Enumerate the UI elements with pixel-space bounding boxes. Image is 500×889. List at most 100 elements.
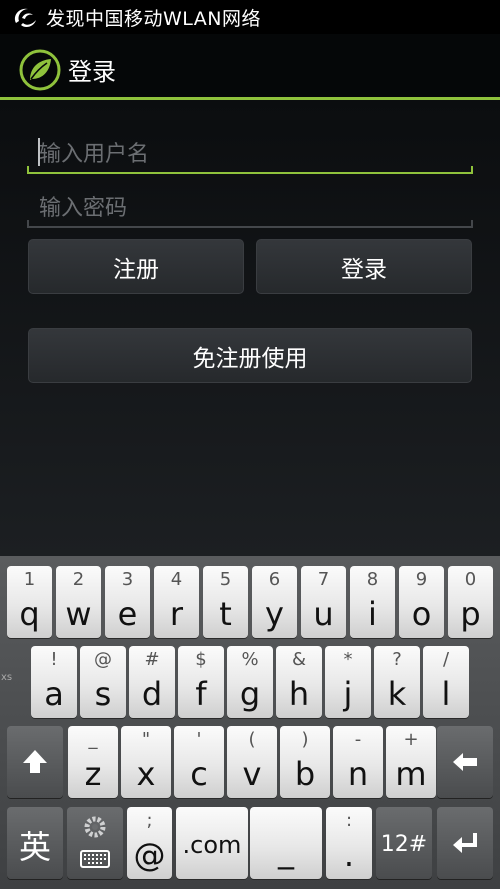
key-x[interactable]: " x [121,726,171,798]
key-i[interactable]: 8i [350,566,395,638]
key-label: g [239,675,261,713]
username-underline [27,172,473,174]
language-switch-label: 英 [18,828,51,866]
settings-key[interactable] [67,807,123,879]
enter-key[interactable] [437,807,493,879]
key-label: k [387,675,407,713]
login-form: 输入用户名 输入密码 注册 登录 免注册使用 [0,100,500,556]
key-l[interactable]: / l [423,646,469,718]
register-button[interactable]: 注册 [28,239,244,294]
space-key[interactable]: _ [250,807,322,879]
dotcom-key[interactable]: .com [176,807,248,879]
key-s[interactable]: @ s [80,646,126,718]
at-key[interactable]: ; @ [127,807,172,879]
key-e[interactable]: 3e [105,566,150,638]
key-z[interactable]: _ z [68,726,118,798]
wlan-notification-icon [14,8,36,28]
key-hint: ( [248,729,256,750]
keyboard-side-mark: xs [1,672,13,683]
key-hint: + [403,729,419,750]
shift-arrow-icon [23,750,47,773]
key-v[interactable]: (v [227,726,277,798]
key-hint: - [354,729,362,750]
key-hint: 0 [464,569,477,590]
key-label: z [84,755,102,793]
symbols-key-label: 12# [380,832,428,857]
key-label: s [94,675,112,713]
key-hint: * [343,649,353,670]
key-m[interactable]: + m [386,726,436,798]
symbols-key[interactable]: 12# [376,807,432,879]
key-r[interactable]: 4r [154,566,199,638]
key-hint: ) [301,729,309,750]
key-label: u [313,595,334,633]
key-label: b [294,755,316,793]
key-hint: $ [195,649,207,670]
key-p[interactable]: 0p [448,566,493,638]
username-placeholder: 输入用户名 [39,142,150,167]
period-key-label: . [343,836,355,874]
key-hint: 9 [415,569,428,590]
key-hint: 2 [72,569,85,590]
key-label: y [265,595,284,633]
key-hint: & [291,649,307,670]
key-label: m [395,755,427,793]
key-label: p [460,595,481,633]
password-placeholder: 输入密码 [39,196,128,221]
at-key-label: @ [133,836,166,874]
language-switch-key[interactable]: 英 [7,807,63,879]
dotcom-key-label: .com [182,831,242,859]
key-b[interactable]: ) b [280,726,330,798]
key-hint: # [144,649,160,670]
key-label: i [368,595,377,633]
key-label: j [343,675,353,713]
shift-key[interactable] [7,726,63,798]
key-j[interactable]: * j [325,646,371,718]
key-label: f [195,675,207,713]
period-key[interactable]: : . [326,807,372,879]
key-hint: 7 [317,569,330,590]
password-underline-right [471,220,473,228]
key-a[interactable]: ! a [31,646,77,718]
key-c[interactable]: ' c [174,726,224,798]
key-d[interactable]: # d [129,646,175,718]
status-notification-text: 发现中国移动WLAN网络 [46,7,262,30]
login-button[interactable]: 登录 [256,239,472,294]
key-hint: 5 [219,569,232,590]
period-key-hint: : [345,810,353,831]
text-cursor [38,138,40,166]
space-key-label: _ [278,832,294,870]
key-t[interactable]: 5t [203,566,248,638]
key-y[interactable]: 6y [252,566,297,638]
key-hint: 6 [268,569,281,590]
key-h[interactable]: & h [276,646,322,718]
key-w[interactable]: 2w [56,566,101,638]
action-bar: 登录 [0,34,500,100]
key-k[interactable]: ? k [374,646,420,718]
key-label: d [141,675,163,713]
key-label: c [190,755,208,793]
key-g[interactable]: % g [227,646,273,718]
key-u[interactable]: 7u [301,566,346,638]
key-label: e [117,595,138,633]
key-q[interactable]: 1q [7,566,52,638]
key-n[interactable]: -n [333,726,383,798]
key-label: w [65,595,92,633]
backspace-key[interactable] [437,726,493,798]
skip-register-button[interactable]: 免注册使用 [28,328,472,383]
key-label: r [169,595,184,633]
soft-keyboard: 1q2w3e4r5t6y7u8i9o0p ! a @ s # d $ f% g & h * j? k / l … [0,556,500,889]
leaf-logo-icon [19,49,61,91]
key-hint: 4 [170,569,183,590]
password-underline [27,226,473,228]
key-f[interactable]: $ f [178,646,224,718]
key-o[interactable]: 9o [399,566,444,638]
username-field[interactable]: 输入用户名 [27,130,473,174]
key-label: h [288,675,310,713]
key-hint: 3 [121,569,134,590]
key-hint: ' [196,729,202,750]
password-field[interactable]: 输入密码 [27,184,473,228]
key-label: n [347,755,369,793]
backspace-icon [453,753,477,771]
key-label: o [411,595,432,633]
